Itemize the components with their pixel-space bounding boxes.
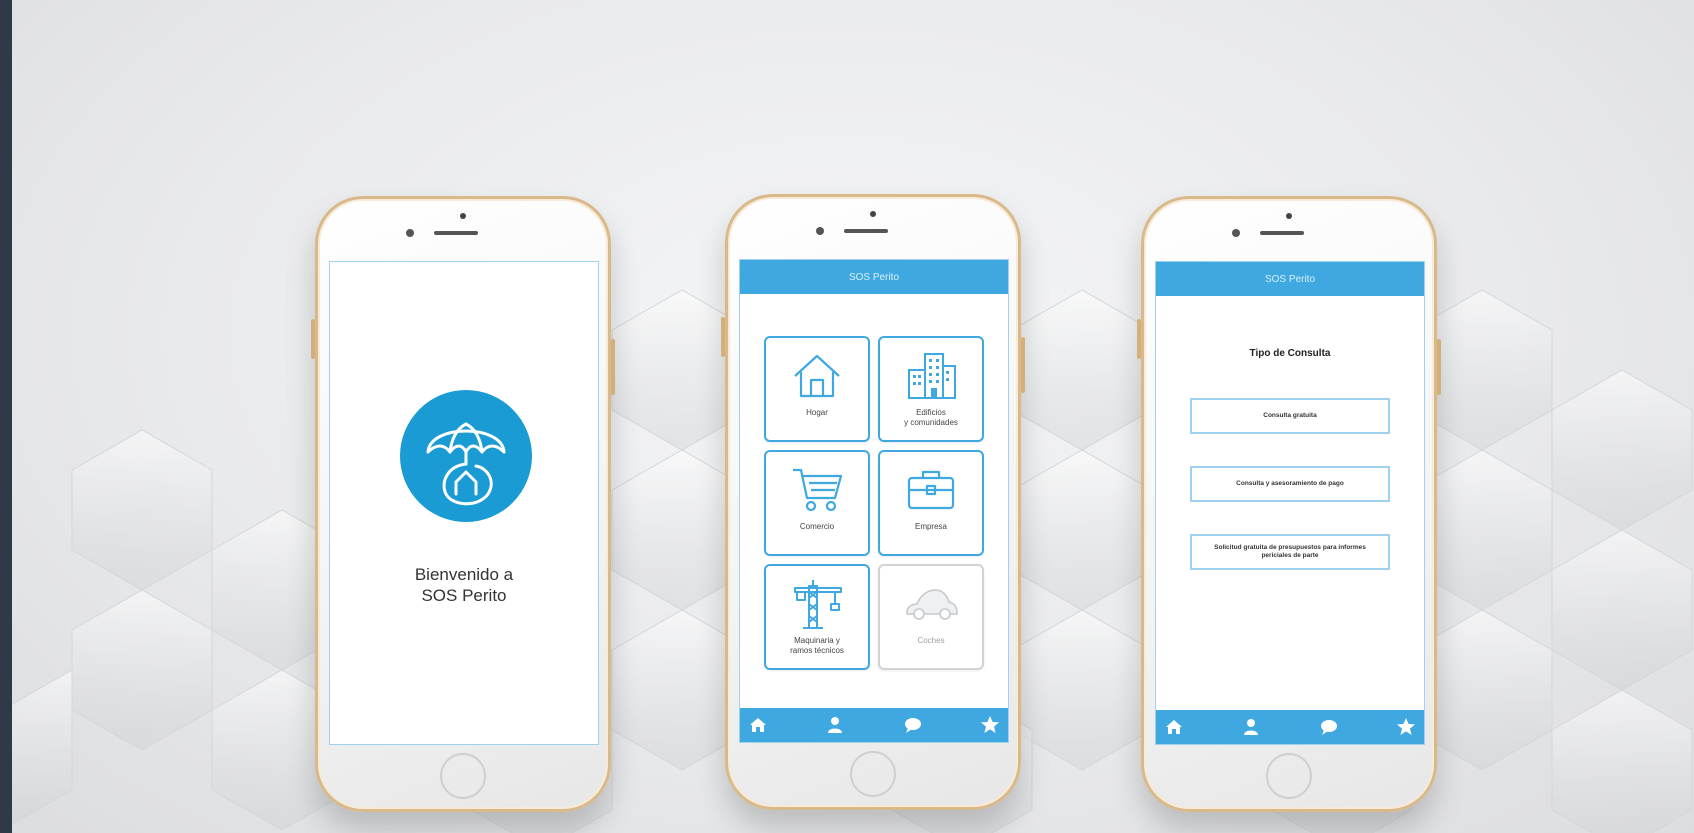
sensor-dot [1286,213,1292,219]
sensor-dot [460,213,466,219]
home-hardware-button[interactable] [440,753,486,799]
bottom-nav [1156,710,1424,744]
category-tile-edificios[interactable]: Edificios y comunidades [878,336,984,442]
category-label: Maquinaria y ramos técnicos [790,636,844,655]
crane-icon [794,580,842,629]
user-icon[interactable] [1239,715,1263,739]
front-camera [406,229,414,237]
category-label: Empresa [914,522,947,531]
home-icon[interactable] [1162,715,1186,739]
bottom-nav [740,708,1008,742]
category-tile-empresa[interactable]: Empresa [878,450,984,556]
category-label: Comercio [799,522,835,531]
phone-categories: SOS Perito Hogar Edificios y comunidades… [721,194,1025,810]
phone-welcome: Bienvenido a SOS Perito [311,196,615,812]
welcome-line1: Bienvenido a [414,565,514,584]
categories-screen: SOS Perito Hogar Edificios y comunidades… [739,259,1009,743]
welcome-screen: Bienvenido a SOS Perito [329,261,599,745]
phone-consulta: SOS Perito Tipo de Consulta Consulta gra… [1137,196,1441,812]
app-header: SOS Perito [1156,262,1424,296]
volume-button [721,317,725,357]
power-button [611,339,615,395]
sensor-dot [870,211,876,217]
home-hardware-button[interactable] [850,751,896,797]
car-icon [906,589,958,620]
earpiece-speaker [844,229,888,233]
volume-button [311,319,315,359]
app-header-title: SOS Perito [848,271,900,283]
earpiece-speaker [1260,231,1304,235]
power-button [1021,337,1025,393]
front-camera [1232,229,1240,237]
app-header-title: SOS Perito [1264,273,1316,285]
chat-icon[interactable] [901,713,925,737]
category-label: Edificios y comunidades [904,408,958,427]
earpiece-speaker [434,231,478,235]
left-edge-bar [0,0,12,833]
star-icon[interactable] [1394,715,1418,739]
consulta-pago-button[interactable]: Consulta y asesoramiento de pago [1190,466,1390,502]
power-button [1437,339,1441,395]
mockup-stage: Bienvenido a SOS Perito SOS Perito Hogar… [0,0,1694,833]
app-header: SOS Perito [740,260,1008,294]
house-icon [794,354,840,398]
volume-button [1137,319,1141,359]
consulta-gratuita-button[interactable]: Consulta gratuita [1190,398,1390,434]
shopping-cart-icon [793,468,843,512]
solicitud-presupuestos-button[interactable]: Solicitud gratuita de presupuestos para … [1190,534,1390,570]
briefcase-icon [907,470,955,510]
category-tile-comercio[interactable]: Comercio [764,450,870,556]
category-tile-hogar[interactable]: Hogar [764,336,870,442]
umbrella-house-logo-icon [400,390,532,522]
category-tile-maquinaria[interactable]: Maquinaria y ramos técnicos [764,564,870,670]
home-hardware-button[interactable] [1266,753,1312,799]
buildings-icon [908,353,956,399]
consulta-screen: SOS Perito Tipo de Consulta Consulta gra… [1155,261,1425,745]
star-icon[interactable] [978,713,1002,737]
category-label: Coches [917,636,945,645]
welcome-line2: SOS Perito [421,586,507,605]
consulta-title: Tipo de Consulta [1249,348,1331,359]
user-icon[interactable] [823,713,847,737]
front-camera [816,227,824,235]
chat-icon[interactable] [1317,715,1341,739]
home-icon[interactable] [746,713,770,737]
category-label: Hogar [806,408,828,417]
category-tile-coches[interactable]: Coches [878,564,984,670]
welcome-message: Bienvenido a SOS Perito [330,564,598,606]
